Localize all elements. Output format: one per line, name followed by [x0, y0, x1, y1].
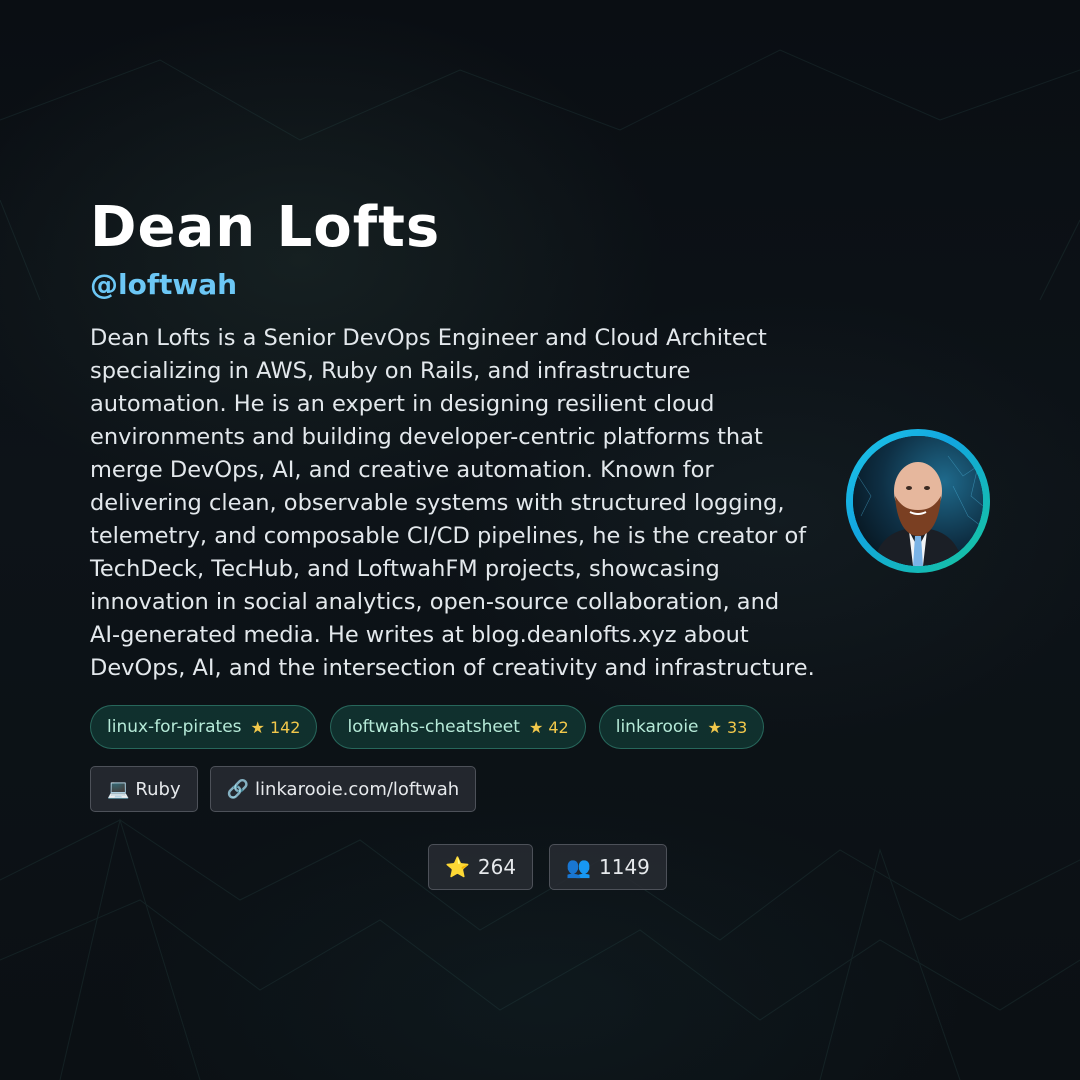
- repo-name: loftwahs-cheatsheet: [347, 717, 520, 737]
- star-icon: ⭐: [445, 855, 470, 879]
- followers-stat[interactable]: 👥 1149: [549, 844, 667, 890]
- repo-chip-linux-for-pirates[interactable]: linux-for-pirates ★ 142: [90, 705, 318, 749]
- website-link-chip[interactable]: 🔗 linkarooie.com/loftwah: [209, 766, 477, 812]
- language-label: Ruby: [135, 778, 181, 800]
- profile-card: Dean Lofts @loftwah Dean Lofts is a Seni…: [0, 0, 1080, 1080]
- profile-bio: Dean Lofts is a Senior DevOps Engineer a…: [90, 325, 815, 681]
- followers-count: 1149: [599, 855, 650, 879]
- website-link-label: linkarooie.com/loftwah: [255, 778, 460, 800]
- repo-star-count: ★ 42: [528, 717, 569, 737]
- profile-meta: 💻 Ruby 🔗 linkarooie.com/loftwah: [90, 766, 477, 812]
- avatar-ring: [846, 429, 990, 573]
- repo-star-count: ★ 142: [250, 717, 301, 737]
- repo-name: linux-for-pirates: [107, 717, 242, 737]
- profile-stats: ⭐ 264 👥 1149: [428, 844, 667, 890]
- avatar[interactable]: [853, 436, 983, 566]
- link-icon: 🔗: [226, 778, 250, 800]
- followers-icon: 👥: [566, 855, 591, 879]
- profile-name: Dean Lofts: [90, 195, 441, 260]
- repo-star-count: ★ 33: [707, 717, 748, 737]
- avatar-portrait-image: [853, 436, 983, 566]
- stars-count: 264: [477, 855, 517, 879]
- language-chip[interactable]: 💻 Ruby: [90, 766, 198, 812]
- repo-chip-linkarooie[interactable]: linkarooie ★ 33: [598, 705, 765, 749]
- laptop-icon: 💻: [107, 778, 130, 800]
- repo-chip-loftwahs-cheatsheet[interactable]: loftwahs-cheatsheet ★ 42: [330, 705, 586, 749]
- stars-stat[interactable]: ⭐ 264: [428, 844, 534, 890]
- pinned-repos: linux-for-pirates ★ 142 loftwahs-cheatsh…: [90, 705, 765, 749]
- profile-handle[interactable]: @loftwah: [90, 268, 237, 301]
- repo-name: linkarooie: [615, 717, 699, 737]
